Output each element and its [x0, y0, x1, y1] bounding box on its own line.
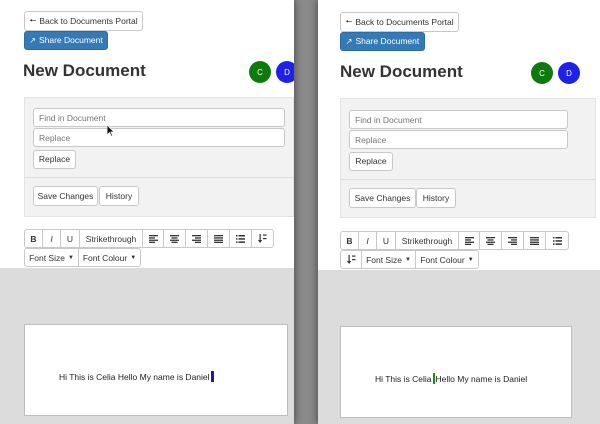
- replace-button[interactable]: Replace: [33, 150, 76, 169]
- sort-button[interactable]: [251, 229, 274, 248]
- panel-divider: [25, 177, 293, 178]
- caret-down-icon: ▼: [467, 256, 474, 263]
- document-text: Hi This is Celia Hello My name is Daniel: [375, 373, 528, 384]
- panel-divider: [341, 179, 595, 180]
- align-left-button[interactable]: [458, 231, 480, 250]
- list-button[interactable]: [229, 229, 252, 248]
- save-changes-button[interactable]: Save Changes: [33, 186, 98, 206]
- align-left-icon: [148, 234, 158, 243]
- list-icon: [236, 234, 245, 243]
- document-editor[interactable]: Hi This is Celia Hello My name is Daniel: [340, 326, 572, 418]
- italic-button[interactable]: I: [358, 231, 377, 250]
- sort-icon: [258, 234, 267, 243]
- back-button[interactable]: 🠔 Back to Documents Portal: [340, 12, 459, 32]
- align-justify-icon: [530, 236, 539, 245]
- align-justify-button[interactable]: [207, 229, 230, 248]
- avatar-c: C: [531, 62, 553, 84]
- avatar-d: D: [558, 62, 580, 84]
- sort-icon: [346, 255, 355, 264]
- list-icon: [552, 236, 562, 245]
- history-button[interactable]: History: [416, 188, 456, 208]
- page-title: New Document: [340, 62, 463, 81]
- align-left-button[interactable]: [142, 229, 164, 248]
- avatar-c: C: [249, 61, 271, 83]
- align-justify-icon: [214, 234, 223, 243]
- italic-button[interactable]: I: [42, 229, 61, 248]
- caret-down-icon: ▼: [67, 254, 74, 261]
- underline-button[interactable]: U: [60, 229, 80, 248]
- align-right-icon: [508, 236, 517, 245]
- history-button[interactable]: History: [99, 186, 139, 206]
- font-size-dropdown[interactable]: Font Size ▼: [24, 248, 79, 267]
- share-button[interactable]: ↗ Share Document: [24, 31, 108, 50]
- save-changes-button[interactable]: Save Changes: [349, 188, 416, 208]
- document-editor[interactable]: Hi This is Celia Hello My name is Daniel: [24, 324, 288, 416]
- align-right-button[interactable]: [185, 229, 208, 248]
- align-center-button[interactable]: [479, 231, 502, 250]
- arrow-left-icon: 🠔: [345, 17, 353, 26]
- strikethrough-button[interactable]: Strikethrough: [79, 229, 143, 248]
- find-input[interactable]: [349, 110, 568, 129]
- left-window: 🠔 Back to Documents Portal ↗ Share Docum…: [0, 0, 294, 424]
- document-text: Hi This is Celia Hello My name is Daniel: [59, 371, 214, 382]
- caret-down-icon: ▼: [404, 256, 411, 263]
- right-window: 🠔 Back to Documents Portal ↗ Share Docum…: [318, 0, 600, 424]
- share-button[interactable]: ↗ Share Document: [340, 32, 425, 51]
- avatar-d: D: [276, 61, 294, 83]
- caret-down-icon: ▼: [130, 254, 137, 261]
- find-input[interactable]: [33, 108, 285, 127]
- underline-button[interactable]: U: [376, 231, 396, 250]
- font-colour-dropdown[interactable]: Font Colour ▼: [415, 250, 479, 269]
- strikethrough-button[interactable]: Strikethrough: [395, 231, 459, 250]
- remote-cursor-d: [210, 371, 214, 382]
- align-left-icon: [464, 236, 474, 245]
- align-center-button[interactable]: [163, 229, 186, 248]
- bold-button[interactable]: B: [24, 229, 43, 248]
- sort-button[interactable]: [340, 250, 362, 269]
- font-colour-dropdown[interactable]: Font Colour ▼: [78, 248, 141, 267]
- remote-cursor-c: [432, 373, 435, 384]
- arrow-left-icon: 🠔: [29, 16, 37, 25]
- replace-input[interactable]: [33, 128, 285, 147]
- list-button[interactable]: [545, 231, 569, 250]
- replace-input[interactable]: [349, 130, 568, 149]
- replace-button[interactable]: Replace: [349, 152, 393, 171]
- page-title: New Document: [23, 61, 146, 80]
- font-size-dropdown[interactable]: Font Size ▼: [361, 250, 416, 269]
- share-icon: ↗: [345, 36, 353, 46]
- align-center-icon: [486, 236, 495, 245]
- align-center-icon: [170, 234, 179, 243]
- align-right-button[interactable]: [501, 231, 524, 250]
- mouse-pointer-icon: [107, 125, 115, 137]
- bold-button[interactable]: B: [340, 231, 359, 250]
- align-right-icon: [192, 234, 201, 243]
- share-icon: ↗: [29, 35, 36, 45]
- align-justify-button[interactable]: [523, 231, 546, 250]
- back-button[interactable]: 🠔 Back to Documents Portal: [24, 11, 143, 31]
